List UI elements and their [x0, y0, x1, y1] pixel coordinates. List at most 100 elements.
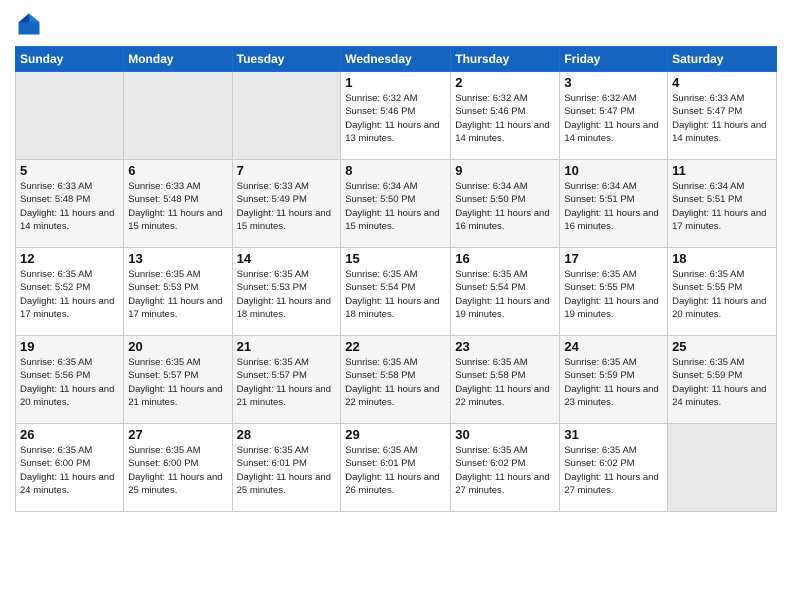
calendar-cell: 19 Sunrise: 6:35 AMSunset: 5:56 PMDayligh…: [16, 336, 124, 424]
day-info: Sunrise: 6:33 AMSunset: 5:49 PMDaylight:…: [237, 180, 337, 233]
calendar-week: 1 Sunrise: 6:32 AMSunset: 5:46 PMDaylight…: [16, 72, 777, 160]
day-number: 16: [455, 251, 555, 266]
day-info: Sunrise: 6:35 AMSunset: 6:01 PMDaylight:…: [345, 444, 446, 497]
day-number: 18: [672, 251, 772, 266]
day-info: Sunrise: 6:33 AMSunset: 5:48 PMDaylight:…: [20, 180, 119, 233]
day-info: Sunrise: 6:35 AMSunset: 5:56 PMDaylight:…: [20, 356, 119, 409]
day-number: 26: [20, 427, 119, 442]
calendar-cell: 27 Sunrise: 6:35 AMSunset: 6:00 PMDayligh…: [124, 424, 232, 512]
day-info: Sunrise: 6:34 AMSunset: 5:51 PMDaylight:…: [672, 180, 772, 233]
calendar-cell: [124, 72, 232, 160]
day-number: 19: [20, 339, 119, 354]
day-number: 13: [128, 251, 227, 266]
calendar-cell: 13 Sunrise: 6:35 AMSunset: 5:53 PMDayligh…: [124, 248, 232, 336]
day-number: 23: [455, 339, 555, 354]
day-info: Sunrise: 6:34 AMSunset: 5:50 PMDaylight:…: [455, 180, 555, 233]
day-number: 5: [20, 163, 119, 178]
weekday-header: Saturday: [668, 47, 777, 72]
day-info: Sunrise: 6:35 AMSunset: 5:59 PMDaylight:…: [564, 356, 663, 409]
calendar-cell: 2 Sunrise: 6:32 AMSunset: 5:46 PMDaylight…: [451, 72, 560, 160]
day-info: Sunrise: 6:33 AMSunset: 5:48 PMDaylight:…: [128, 180, 227, 233]
day-info: Sunrise: 6:35 AMSunset: 5:57 PMDaylight:…: [128, 356, 227, 409]
calendar-cell: 7Sunrise: 6:33 AMSunset: 5:49 PMDaylight…: [232, 160, 341, 248]
page: SundayMondayTuesdayWednesdayThursdayFrid…: [0, 0, 792, 612]
day-number: 11: [672, 163, 772, 178]
calendar-cell: 5 Sunrise: 6:33 AMSunset: 5:48 PMDaylight…: [16, 160, 124, 248]
day-number: 6: [128, 163, 227, 178]
logo: [15, 10, 47, 38]
calendar-cell: 22Sunrise: 6:35 AMSunset: 5:58 PMDayligh…: [341, 336, 451, 424]
calendar-week: 19 Sunrise: 6:35 AMSunset: 5:56 PMDayligh…: [16, 336, 777, 424]
day-info: Sunrise: 6:35 AMSunset: 6:02 PMDaylight:…: [455, 444, 555, 497]
calendar-cell: 6 Sunrise: 6:33 AMSunset: 5:48 PMDaylight…: [124, 160, 232, 248]
day-info: Sunrise: 6:32 AMSunset: 5:46 PMDaylight:…: [455, 92, 555, 145]
day-info: Sunrise: 6:35 AMSunset: 5:55 PMDaylight:…: [564, 268, 663, 321]
calendar-cell: [16, 72, 124, 160]
day-info: Sunrise: 6:32 AMSunset: 5:46 PMDaylight:…: [345, 92, 446, 145]
calendar-cell: 10 Sunrise: 6:34 AMSunset: 5:51 PMDayligh…: [560, 160, 668, 248]
calendar-cell: 23 Sunrise: 6:35 AMSunset: 5:58 PMDayligh…: [451, 336, 560, 424]
calendar-cell: 4Sunrise: 6:33 AMSunset: 5:47 PMDaylight…: [668, 72, 777, 160]
day-number: 15: [345, 251, 446, 266]
calendar-cell: 31Sunrise: 6:35 AMSunset: 6:02 PMDayligh…: [560, 424, 668, 512]
weekday-header: Thursday: [451, 47, 560, 72]
calendar-cell: 17 Sunrise: 6:35 AMSunset: 5:55 PMDayligh…: [560, 248, 668, 336]
day-number: 3: [564, 75, 663, 90]
day-number: 10: [564, 163, 663, 178]
calendar-cell: 1 Sunrise: 6:32 AMSunset: 5:46 PMDaylight…: [341, 72, 451, 160]
day-number: 17: [564, 251, 663, 266]
day-info: Sunrise: 6:35 AMSunset: 6:01 PMDaylight:…: [237, 444, 337, 497]
day-number: 28: [237, 427, 337, 442]
calendar-cell: 3Sunrise: 6:32 AMSunset: 5:47 PMDaylight…: [560, 72, 668, 160]
calendar-cell: 16 Sunrise: 6:35 AMSunset: 5:54 PMDayligh…: [451, 248, 560, 336]
day-info: Sunrise: 6:35 AMSunset: 5:57 PMDaylight:…: [237, 356, 337, 409]
day-number: 14: [237, 251, 337, 266]
calendar-cell: 11 Sunrise: 6:34 AMSunset: 5:51 PMDayligh…: [668, 160, 777, 248]
day-number: 9: [455, 163, 555, 178]
day-info: Sunrise: 6:35 AMSunset: 5:58 PMDaylight:…: [345, 356, 446, 409]
calendar-cell: 9 Sunrise: 6:34 AMSunset: 5:50 PMDaylight…: [451, 160, 560, 248]
day-info: Sunrise: 6:35 AMSunset: 5:55 PMDaylight:…: [672, 268, 772, 321]
header: [15, 10, 777, 38]
calendar-cell: 26Sunrise: 6:35 AMSunset: 6:00 PMDayligh…: [16, 424, 124, 512]
day-number: 1: [345, 75, 446, 90]
calendar-cell: 14 Sunrise: 6:35 AMSunset: 5:53 PMDayligh…: [232, 248, 341, 336]
day-info: Sunrise: 6:35 AMSunset: 6:00 PMDaylight:…: [128, 444, 227, 497]
day-info: Sunrise: 6:35 AMSunset: 5:53 PMDaylight:…: [128, 268, 227, 321]
day-number: 12: [20, 251, 119, 266]
day-number: 25: [672, 339, 772, 354]
weekday-header: Tuesday: [232, 47, 341, 72]
weekday-row: SundayMondayTuesdayWednesdayThursdayFrid…: [16, 47, 777, 72]
day-info: Sunrise: 6:35 AMSunset: 5:52 PMDaylight:…: [20, 268, 119, 321]
day-number: 21: [237, 339, 337, 354]
calendar-cell: 20 Sunrise: 6:35 AMSunset: 5:57 PMDayligh…: [124, 336, 232, 424]
day-number: 20: [128, 339, 227, 354]
day-number: 2: [455, 75, 555, 90]
calendar-cell: 24 Sunrise: 6:35 AMSunset: 5:59 PMDayligh…: [560, 336, 668, 424]
calendar-cell: 21 Sunrise: 6:35 AMSunset: 5:57 PMDayligh…: [232, 336, 341, 424]
day-number: 24: [564, 339, 663, 354]
calendar-body: 1 Sunrise: 6:32 AMSunset: 5:46 PMDaylight…: [16, 72, 777, 512]
calendar-cell: [232, 72, 341, 160]
logo-icon: [15, 10, 43, 38]
weekday-header: Wednesday: [341, 47, 451, 72]
day-info: Sunrise: 6:34 AMSunset: 5:51 PMDaylight:…: [564, 180, 663, 233]
calendar-cell: 29 Sunrise: 6:35 AMSunset: 6:01 PMDayligh…: [341, 424, 451, 512]
day-info: Sunrise: 6:34 AMSunset: 5:50 PMDaylight:…: [345, 180, 446, 233]
calendar: SundayMondayTuesdayWednesdayThursdayFrid…: [15, 46, 777, 512]
day-info: Sunrise: 6:33 AMSunset: 5:47 PMDaylight:…: [672, 92, 772, 145]
calendar-week: 5 Sunrise: 6:33 AMSunset: 5:48 PMDaylight…: [16, 160, 777, 248]
day-info: Sunrise: 6:35 AMSunset: 5:59 PMDaylight:…: [672, 356, 772, 409]
day-number: 29: [345, 427, 446, 442]
day-info: Sunrise: 6:35 AMSunset: 5:58 PMDaylight:…: [455, 356, 555, 409]
day-info: Sunrise: 6:35 AMSunset: 5:54 PMDaylight:…: [455, 268, 555, 321]
calendar-header: SundayMondayTuesdayWednesdayThursdayFrid…: [16, 47, 777, 72]
weekday-header: Friday: [560, 47, 668, 72]
calendar-cell: 15Sunrise: 6:35 AMSunset: 5:54 PMDayligh…: [341, 248, 451, 336]
calendar-cell: 28 Sunrise: 6:35 AMSunset: 6:01 PMDayligh…: [232, 424, 341, 512]
day-number: 27: [128, 427, 227, 442]
calendar-cell: 30Sunrise: 6:35 AMSunset: 6:02 PMDayligh…: [451, 424, 560, 512]
weekday-header: Monday: [124, 47, 232, 72]
day-info: Sunrise: 6:35 AMSunset: 5:53 PMDaylight:…: [237, 268, 337, 321]
calendar-cell: 8Sunrise: 6:34 AMSunset: 5:50 PMDaylight…: [341, 160, 451, 248]
